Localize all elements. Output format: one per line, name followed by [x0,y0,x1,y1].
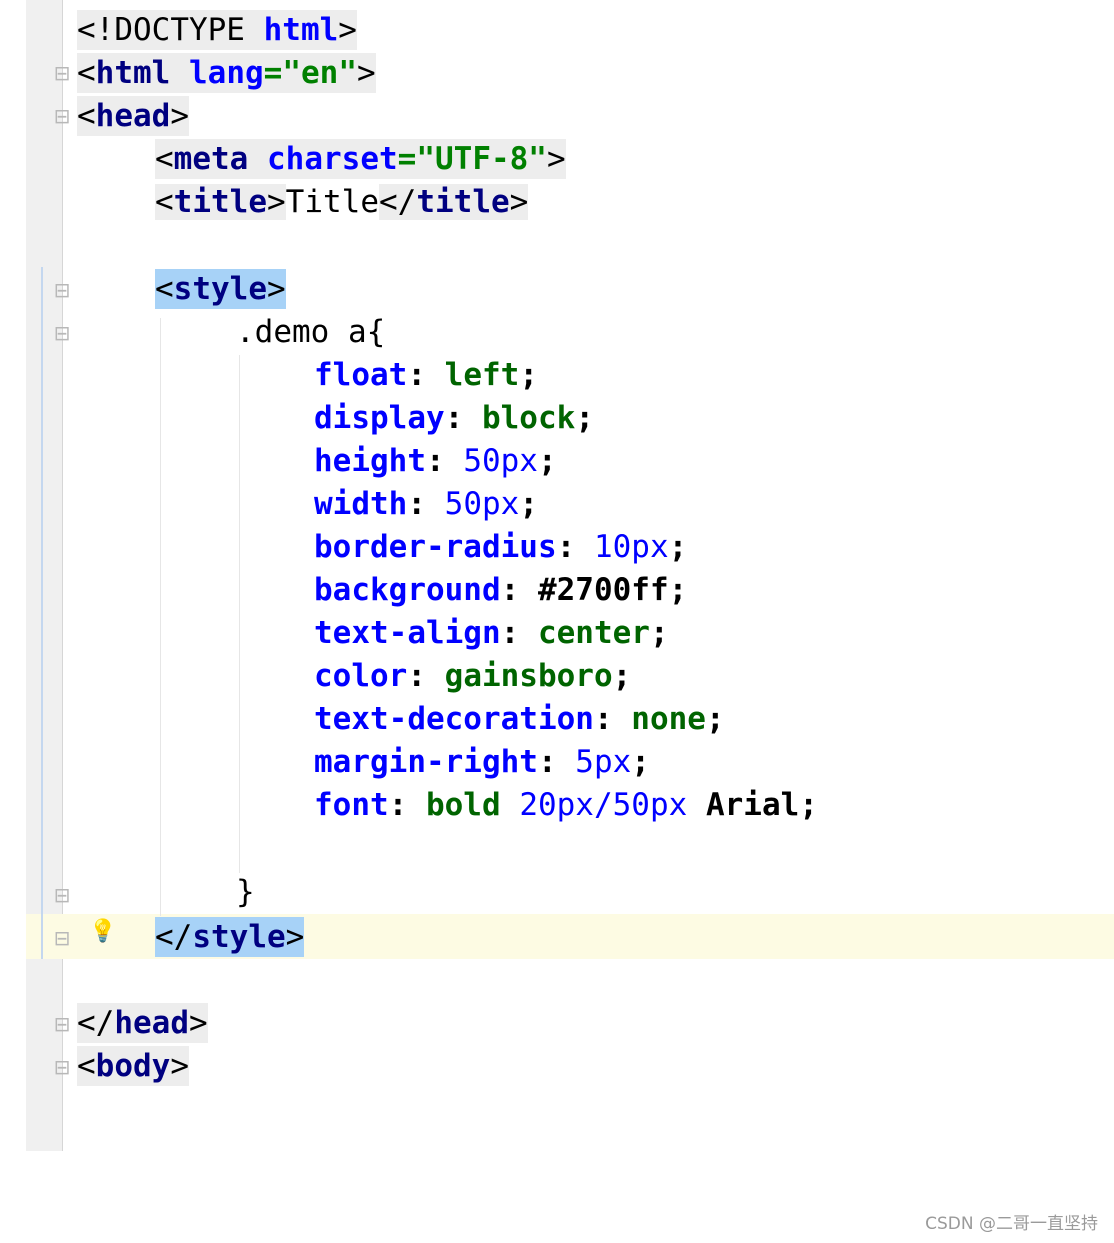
watermark: CSDN @二哥一直坚持 [925,1214,1098,1234]
indent-guide [160,318,161,916]
code-line-doctype[interactable]: <!DOCTYPE html> [77,10,357,50]
fold-toggle-icon[interactable]: ⊟ [52,322,72,344]
fold-toggle-icon[interactable]: ⊟ [52,279,72,301]
code-line-html-open[interactable]: <html lang="en"> [77,53,376,93]
code-line-rule-close[interactable]: } [236,872,255,912]
css-decl-margin-right[interactable]: margin-right: 5px; [314,742,650,782]
code-line-selector[interactable]: .demo a{ [236,312,385,352]
fold-toggle-icon[interactable]: ⊟ [52,1013,72,1035]
fold-toggle-icon[interactable]: ⊟ [52,62,72,84]
code-line-head-open[interactable]: <head> [77,96,189,136]
fold-toggle-icon[interactable]: ⊟ [52,105,72,127]
code-line-body-open[interactable]: <body> [77,1046,189,1086]
css-decl-border-radius[interactable]: border-radius: 10px; [314,527,687,567]
fold-toggle-icon[interactable]: ⊟ [52,927,72,949]
css-decl-float[interactable]: float: left; [314,355,538,395]
fold-toggle-icon[interactable]: ⊟ [52,884,72,906]
css-decl-text-decoration[interactable]: text-decoration: none; [314,699,725,739]
code-line-style-close[interactable]: </style> [155,917,305,957]
css-decl-width[interactable]: width: 50px; [314,484,538,524]
code-line-style-open[interactable]: <style> [155,269,286,309]
code-line-title[interactable]: <title>Title</title> [155,182,529,222]
fold-toggle-icon[interactable]: ⊟ [52,1056,72,1078]
css-decl-background[interactable]: background: #2700ff; [314,570,687,610]
css-decl-color[interactable]: color: gainsboro; [314,656,631,696]
vcs-change-marker[interactable] [41,267,43,959]
indent-guide [239,355,240,873]
intention-bulb-icon[interactable]: 💡 [89,917,116,947]
css-decl-display[interactable]: display: block; [314,398,594,438]
css-decl-height[interactable]: height: 50px; [314,441,557,481]
css-decl-font[interactable]: font: bold 20px/50px Arial; [314,785,818,825]
css-decl-text-align[interactable]: text-align: center; [314,613,669,653]
code-line-head-close[interactable]: </head> [77,1003,208,1043]
editor-gutter [26,0,63,1151]
code-line-meta[interactable]: <meta charset="UTF-8"> [155,139,566,179]
